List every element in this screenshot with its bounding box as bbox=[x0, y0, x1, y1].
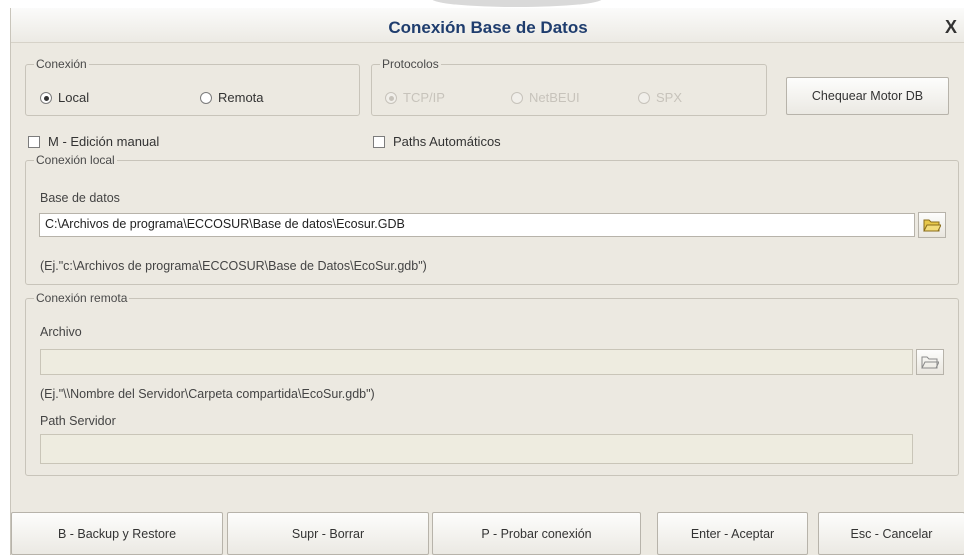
checkbox-paths-automaticos-box[interactable] bbox=[373, 135, 385, 148]
base-datos-input[interactable]: C:\Archivos de programa\ECCOSUR\Base de … bbox=[39, 213, 915, 237]
dialog-window: Conexión Base de Datos X Conexión Local … bbox=[10, 8, 964, 555]
base-datos-example: (Ej."c:\Archivos de programa\ECCOSUR\Bas… bbox=[40, 259, 427, 273]
checkbox-paths-automaticos[interactable]: Paths Automáticos bbox=[373, 134, 501, 149]
radio-tcpip-indicator[interactable] bbox=[385, 91, 397, 104]
backup-restore-button[interactable]: B - Backup y Restore bbox=[11, 512, 223, 555]
borrar-button[interactable]: Supr - Borrar bbox=[227, 512, 429, 555]
conexion-remota-legend: Conexión remota bbox=[34, 291, 130, 305]
archivo-label: Archivo bbox=[40, 325, 82, 339]
probar-conexion-button[interactable]: P - Probar conexión bbox=[432, 512, 641, 555]
top-edge bbox=[0, 0, 964, 8]
conexion-legend: Conexión bbox=[34, 57, 89, 71]
cancelar-button[interactable]: Esc - Cancelar bbox=[818, 512, 964, 555]
folder-open-icon bbox=[921, 356, 939, 369]
radio-remota-indicator[interactable] bbox=[200, 91, 212, 104]
checkbox-edicion-manual[interactable]: M - Edición manual bbox=[28, 134, 159, 149]
browse-base-datos-button[interactable] bbox=[918, 212, 946, 238]
radio-local-indicator[interactable] bbox=[40, 91, 52, 104]
path-servidor-input[interactable] bbox=[40, 434, 913, 464]
conexion-remota-group: Conexión remota Archivo (Ej."\\Nombre de… bbox=[25, 291, 959, 476]
radio-spx-indicator[interactable] bbox=[638, 91, 650, 104]
window-title: Conexión Base de Datos bbox=[388, 18, 588, 37]
checkbox-paths-automaticos-label: Paths Automáticos bbox=[393, 134, 501, 149]
archivo-example: (Ej."\\Nombre del Servidor\Carpeta compa… bbox=[40, 387, 375, 401]
protocolos-group: Protocolos TCP/IP NetBEUI SPX bbox=[371, 57, 767, 116]
radio-local[interactable]: Local bbox=[40, 90, 89, 105]
protocolos-legend: Protocolos bbox=[380, 57, 441, 71]
checkbox-edicion-manual-label: M - Edición manual bbox=[48, 134, 160, 149]
button-bar: B - Backup y Restore Supr - Borrar P - P… bbox=[11, 500, 964, 555]
base-datos-label: Base de datos bbox=[40, 191, 120, 205]
radio-local-label: Local bbox=[58, 90, 90, 105]
conexion-local-legend: Conexión local bbox=[34, 153, 117, 167]
radio-remota-label: Remota bbox=[218, 90, 264, 105]
title-bar: Conexión Base de Datos X bbox=[11, 8, 964, 43]
conexion-local-group: Conexión local Base de datos C:\Archivos… bbox=[25, 153, 959, 285]
radio-tcpip[interactable]: TCP/IP bbox=[385, 90, 445, 105]
checkbox-edicion-manual-box[interactable] bbox=[28, 135, 40, 148]
conexion-group: Conexión Local Remota bbox=[25, 57, 360, 116]
radio-netbeui[interactable]: NetBEUI bbox=[511, 90, 580, 105]
radio-spx[interactable]: SPX bbox=[638, 90, 682, 105]
path-servidor-label: Path Servidor bbox=[40, 414, 116, 428]
close-button[interactable]: X bbox=[945, 17, 957, 38]
radio-netbeui-indicator[interactable] bbox=[511, 91, 523, 104]
radio-remota[interactable]: Remota bbox=[200, 90, 264, 105]
aceptar-button[interactable]: Enter - Aceptar bbox=[657, 512, 808, 555]
radio-spx-label: SPX bbox=[656, 90, 683, 105]
folder-open-icon bbox=[923, 219, 941, 232]
radio-tcpip-label: TCP/IP bbox=[403, 90, 445, 105]
chequear-motor-db-button[interactable]: Chequear Motor DB bbox=[786, 77, 949, 115]
archivo-input[interactable] bbox=[40, 349, 913, 375]
radio-netbeui-label: NetBEUI bbox=[529, 90, 580, 105]
browse-archivo-button[interactable] bbox=[916, 349, 944, 375]
